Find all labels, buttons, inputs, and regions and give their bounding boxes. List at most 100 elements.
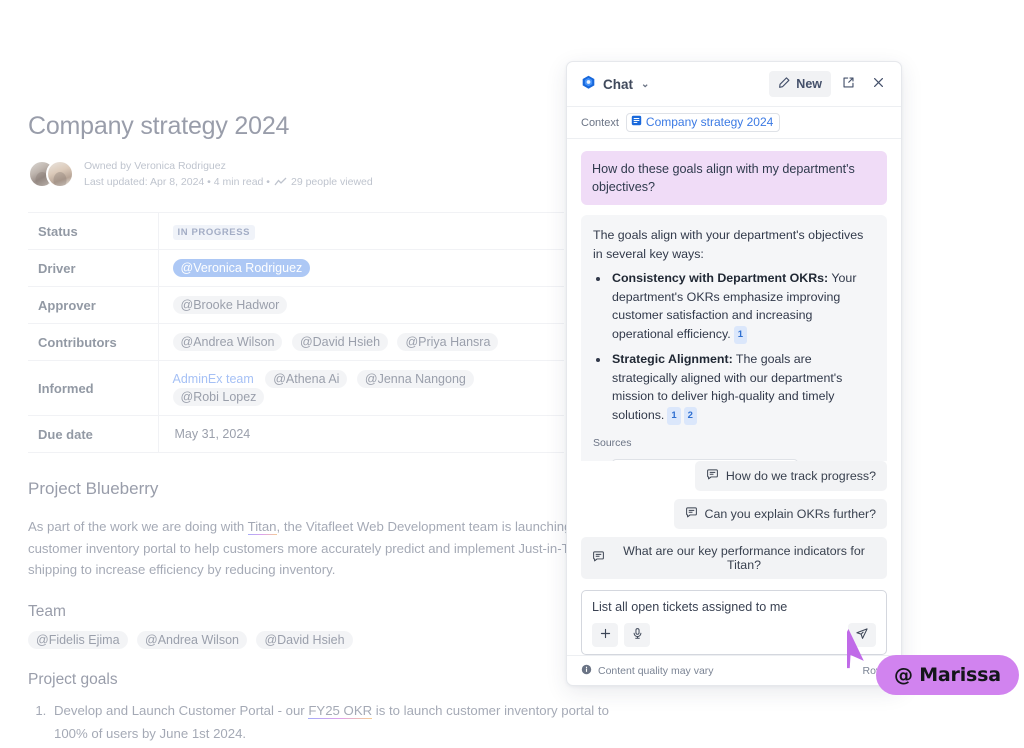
assistant-message: The goals align with your department's o… [581,215,887,461]
row-key: Driver [28,249,159,287]
updated-line: Last updated: Apr 8, 2024 • 4 min read • [84,176,270,188]
sources-label: Sources [593,437,632,449]
row-key: Due date [28,415,159,453]
list-item: Increase Revenue: Increase delivery reve… [50,745,620,748]
table-row: Contributors @Andrea Wilson @David Hsieh… [28,323,564,361]
mention-chip[interactable]: @Veronica Rodriguez [172,259,311,277]
chat-title-group[interactable]: Chat ⌄ [581,75,649,93]
chevron-down-icon[interactable]: ⌄ [641,79,649,90]
row-key: Informed [28,360,159,416]
chat-input[interactable]: List all open tickets assigned to me [592,600,876,614]
table-row: Approver @Brooke Hadwor [28,286,564,324]
new-chat-button[interactable]: New [769,71,831,97]
paragraph-pre: As part of the work we are doing with [28,519,248,534]
row-value: @Veronica Rodriguez [158,250,564,287]
context-label: Context [581,116,619,129]
mention-chip[interactable]: @Andrea Wilson [172,333,283,351]
row-value: AdminEx team @Athena Ai @Jenna Nangong @… [158,361,564,416]
close-panel-button[interactable] [865,71,891,97]
list-item: Consistency with Department OKRs: Your d… [610,269,875,344]
suggestion-button[interactable]: How do we track progress? [694,461,887,491]
citation-badge[interactable]: 1 [667,406,681,425]
row-key: Status [28,212,159,250]
chat-bubble-icon [685,506,698,522]
attach-button[interactable] [592,623,618,647]
chat-bubble-icon [592,550,605,566]
row-key: Approver [28,286,159,324]
mention-chip[interactable]: @Andrea Wilson [137,630,247,649]
assistant-lead: The goals align with your department's o… [593,228,864,261]
smart-link-titan[interactable]: Titan [247,519,277,535]
suggested-prompts: How do we track progress? Can you explai… [567,461,901,579]
avatar [46,160,74,188]
mention-chip[interactable]: @Brooke Hadwor [172,296,288,314]
mention-chip[interactable]: @Priya Hansra [397,333,499,351]
table-row: Driver @Veronica Rodriguez [28,249,564,287]
chat-header: Chat ⌄ New [567,62,901,107]
new-chat-label: New [796,77,822,91]
team-link[interactable]: AdminEx team [173,372,254,386]
suggestion-label: How do we track progress? [725,469,876,483]
chat-header-actions: New [769,71,891,97]
row-value: @Andrea Wilson @David Hsieh @Priya Hansr… [158,324,564,361]
goal-text-pre: Develop and Launch Customer Portal - our [54,702,309,718]
microphone-icon [631,627,644,643]
citation-badge[interactable]: 1 [733,325,747,344]
voice-input-button[interactable] [624,623,650,647]
document-page: Company strategy 2024 Owned by Veronica … [0,0,621,748]
chat-title: Chat [603,76,633,92]
list-item: Develop and Launch Customer Portal - our… [50,699,620,745]
context-pill-label: Company strategy 2024 [645,115,774,129]
table-row: Status IN PROGRESS [28,212,564,250]
row-value: May 31, 2024 [158,416,564,453]
info-icon [581,664,592,678]
smart-link-okr[interactable]: FY25 OKR [308,702,373,719]
properties-table: Status IN PROGRESS Driver @Veronica Rodr… [28,212,564,453]
assistant-bullets: Consistency with Department OKRs: Your d… [610,269,875,425]
chat-panel: Chat ⌄ New Context Company strategy 2024… [566,61,902,686]
row-value: @Brooke Hadwor [158,287,564,324]
document-meta: Owned by Veronica Rodriguez Last updated… [28,158,600,190]
citation-badge[interactable]: 2 [683,406,697,425]
context-bar: Context Company strategy 2024 [567,107,901,139]
list-item: Strategic Alignment: The goals are strat… [610,350,875,425]
context-pill[interactable]: Company strategy 2024 [625,113,781,132]
mouse-cursor [833,628,881,672]
cursor-name-badge: @ Marissa [876,655,1019,695]
avatar-group [28,160,74,188]
page-icon [631,115,642,129]
mention-chip[interactable]: @Athena Ai [265,370,348,388]
section-heading-team: Team [28,602,66,620]
mention-chip[interactable]: @David Hsieh [291,333,389,351]
chat-bubble-icon [706,468,719,484]
open-in-new-icon [842,76,855,92]
compose-icon [778,76,791,92]
plus-icon [599,627,612,643]
team-chips: @Fidelis Ejima @Andrea Wilson @David Hsi… [28,630,600,649]
suggestion-button[interactable]: What are our key performance indicators … [581,537,887,579]
page-title: Company strategy 2024 [28,112,290,140]
status-badge: IN PROGRESS [172,225,256,240]
table-row: Due date May 31, 2024 [28,415,564,453]
mention-chip[interactable]: @Robi Lopez [172,388,265,406]
bullet-bold: Strategic Alignment: [612,352,733,366]
views-count: 29 people viewed [290,176,373,188]
project-paragraph: As part of the work we are doing with Ti… [28,516,628,581]
chat-composer[interactable]: List all open tickets assigned to me [581,590,887,655]
user-message: How do these goals align with my departm… [581,151,887,205]
rovo-gem-icon [581,75,596,93]
row-value: IN PROGRESS [158,213,564,250]
table-row: Informed AdminEx team @Athena Ai @Jenna … [28,360,564,416]
due-date-value: May 31, 2024 [174,427,251,441]
chat-messages: How do these goals align with my departm… [567,139,901,461]
mention-chip[interactable]: @David Hsieh [256,630,353,649]
mention-chip[interactable]: @Fidelis Ejima [28,630,128,649]
row-key: Contributors [28,323,159,361]
composer-toolbar [592,623,876,647]
suggestion-button[interactable]: Can you explain OKRs further? [673,499,887,529]
mention-chip[interactable]: @Jenna Nangong [356,370,474,388]
bullet-bold: Consistency with Department OKRs: [612,271,829,285]
goals-list: Develop and Launch Customer Portal - our… [50,699,609,748]
open-in-new-button[interactable] [835,71,861,97]
meta-text: Owned by Veronica Rodriguez Last updated… [84,158,373,190]
